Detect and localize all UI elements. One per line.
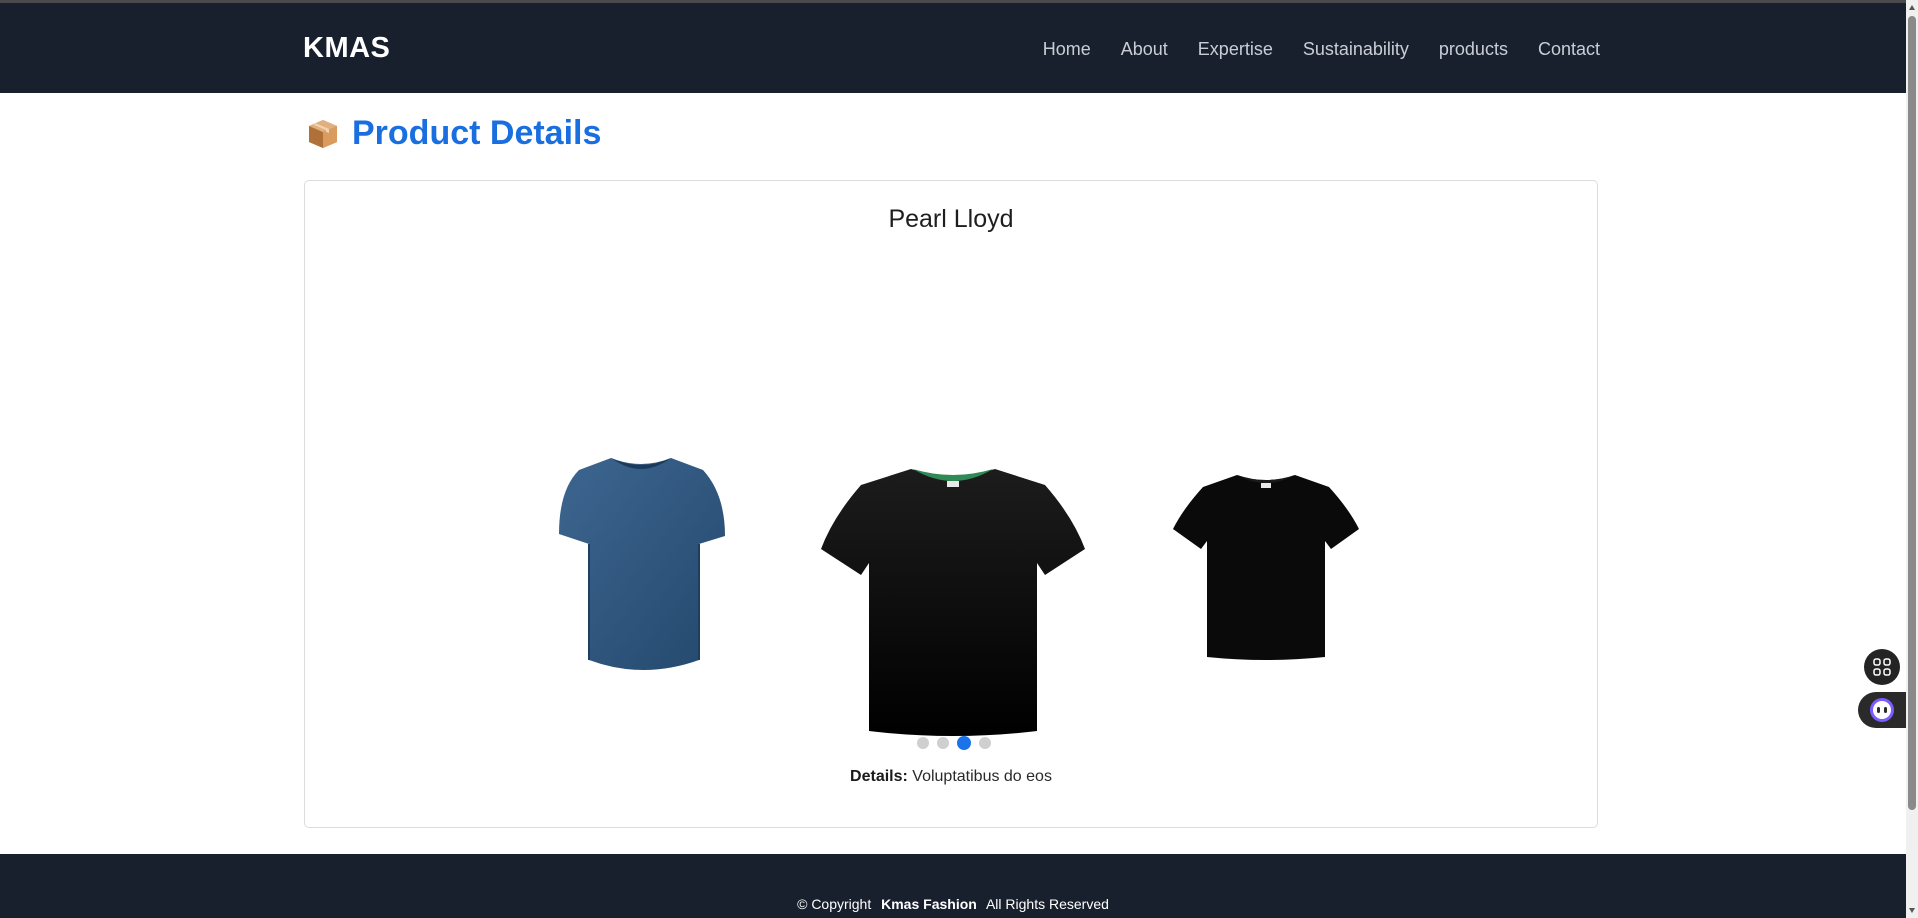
brand-logo[interactable]: KMAS xyxy=(303,32,390,65)
assistant-button[interactable] xyxy=(1858,692,1906,728)
product-card: Pearl Lloyd Details: Voluptatibus do eos xyxy=(304,180,1598,828)
copyright-prefix: © Copyright xyxy=(797,896,872,912)
carousel-image-next[interactable] xyxy=(1171,471,1361,663)
nav-about[interactable]: About xyxy=(1121,39,1168,60)
carousel-dot-1[interactable] xyxy=(917,737,929,749)
carousel-indicators xyxy=(917,736,991,750)
nav-expertise[interactable]: Expertise xyxy=(1198,39,1273,60)
carousel-image-prev[interactable] xyxy=(553,454,729,678)
rights-text: All Rights Reserved xyxy=(985,896,1109,912)
page-scrollbar[interactable] xyxy=(1906,0,1918,918)
page-heading: Product Details xyxy=(352,114,602,152)
carousel-dot-2[interactable] xyxy=(937,737,949,749)
navbar: KMAS Home About Expertise Sustainability… xyxy=(0,3,1906,93)
carousel-dot-4[interactable] xyxy=(979,737,991,749)
nav-products[interactable]: products xyxy=(1439,39,1508,60)
scroll-up-icon[interactable] xyxy=(1908,4,1916,12)
nav-contact[interactable]: Contact xyxy=(1538,39,1600,60)
company-name: Kmas Fashion xyxy=(881,896,977,912)
main-nav: Home About Expertise Sustainability prod… xyxy=(1043,39,1600,60)
footer: © Copyright Kmas Fashion All Rights Rese… xyxy=(0,854,1906,918)
scroll-thumb[interactable] xyxy=(1908,16,1916,810)
carousel-image-active[interactable] xyxy=(819,465,1087,737)
page-title: Product Details xyxy=(306,114,601,153)
carousel-dot-3[interactable] xyxy=(957,736,971,750)
product-details: Details: Voluptatibus do eos xyxy=(305,768,1597,786)
package-icon xyxy=(309,119,337,148)
copyright: © Copyright Kmas Fashion All Rights Rese… xyxy=(0,896,1906,912)
bot-icon xyxy=(1870,698,1894,722)
apps-grid-icon xyxy=(1873,658,1891,676)
product-name: Pearl Lloyd xyxy=(888,205,1014,233)
apps-grid-button[interactable] xyxy=(1864,649,1900,685)
nav-sustainability[interactable]: Sustainability xyxy=(1303,39,1409,60)
details-label: Details: xyxy=(850,768,908,785)
scroll-down-icon[interactable] xyxy=(1908,906,1916,914)
details-value: Voluptatibus do eos xyxy=(912,768,1052,785)
nav-home[interactable]: Home xyxy=(1043,39,1091,60)
